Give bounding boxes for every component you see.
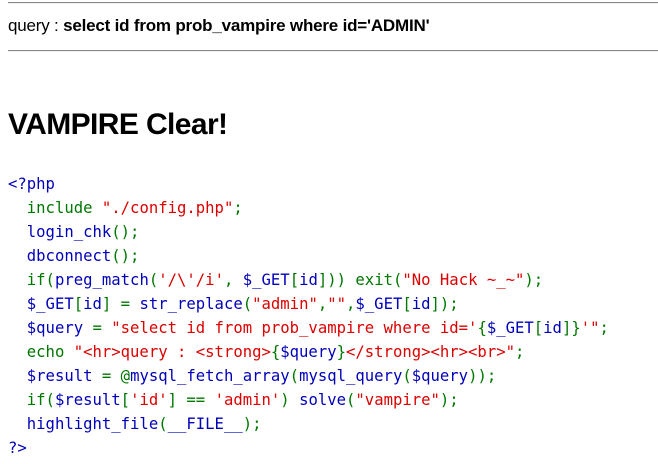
code-token-default: id (543, 319, 562, 337)
php-source-code: <?php include "./config.php"; login_chk(… (8, 172, 609, 460)
code-line: include "./config.php"; (8, 196, 609, 220)
query-output: query : select id from prob_vampire wher… (8, 16, 430, 36)
code-token-default: $query (280, 343, 337, 361)
code-token-keyword: ( (346, 391, 356, 409)
code-line: echo "<hr>query : <strong>{$query}</stro… (8, 340, 609, 364)
code-token-keyword: include (8, 199, 102, 217)
code-token-keyword: } (571, 319, 581, 337)
code-token-default: $_GET (486, 319, 534, 337)
code-token-keyword: ]); (430, 295, 459, 313)
top-divider (8, 2, 658, 4)
code-line: $result = @mysql_fetch_array(mysql_query… (8, 364, 609, 388)
code-token-keyword: ); (524, 271, 544, 289)
code-token-string: </strong><hr><br>" (346, 343, 515, 361)
code-token-keyword: if( (8, 271, 55, 289)
code-token-default: $query (8, 319, 93, 337)
code-line: highlight_file(__FILE__); (8, 412, 609, 436)
code-token-default: $_GET (8, 295, 74, 313)
code-token-default: mysql_query (299, 367, 403, 385)
code-token-default: <?php (8, 175, 55, 193)
code-token-keyword: } (336, 343, 346, 361)
code-line: $query = "select id from prob_vampire wh… (8, 316, 609, 340)
code-line: dbconnect(); (8, 244, 609, 268)
code-token-keyword: ( (148, 271, 159, 289)
code-token-string: "vampire" (355, 391, 440, 409)
code-token-keyword: [ (533, 319, 544, 337)
code-token-keyword: ); (242, 415, 262, 433)
code-token-keyword: ) (280, 391, 300, 409)
code-token-keyword: , (317, 295, 328, 313)
code-token-keyword: ( (158, 415, 168, 433)
code-token-keyword: = @ (101, 367, 131, 385)
code-token-keyword: [ (73, 295, 84, 313)
code-token-default: $result (8, 367, 102, 385)
code-token-keyword: (); (111, 247, 140, 265)
code-token-default: $query (411, 367, 469, 385)
code-token-keyword: { (477, 319, 487, 337)
code-token-default: $_GET (242, 271, 290, 289)
code-token-keyword: ] = (101, 295, 140, 313)
code-token-string: "./config.php" (101, 199, 234, 217)
code-token-string: 'admin' (214, 391, 281, 409)
code-token-keyword: ; (233, 199, 243, 217)
code-token-keyword: [ (289, 271, 300, 289)
code-token-string: "No Hack ~_~" (402, 271, 525, 289)
code-token-keyword: [ (402, 295, 412, 313)
query-value: select id from prob_vampire where id='AD… (63, 16, 430, 35)
code-token-string: "<hr>query : <strong> (73, 343, 271, 361)
code-token-string: 'id' (130, 391, 168, 409)
code-token-default: id (299, 271, 318, 289)
code-token-keyword: )); (468, 367, 497, 385)
code-token-default: str_replace (139, 295, 243, 313)
code-token-keyword: ; (515, 343, 525, 361)
code-token-string: "" (327, 295, 347, 313)
code-line: $_GET[id] = str_replace("admin","",$_GET… (8, 292, 609, 316)
code-token-keyword: , (223, 271, 243, 289)
code-token-keyword: ; (599, 319, 609, 337)
code-token-keyword: ] (561, 319, 572, 337)
code-token-keyword: ])) exit( (317, 271, 403, 289)
code-token-keyword: (); (111, 223, 140, 241)
code-token-keyword: ( (242, 295, 253, 313)
code-token-default: highlight_file (8, 415, 159, 433)
code-token-keyword: ] == (167, 391, 215, 409)
code-token-keyword: [ (120, 391, 131, 409)
code-token-keyword: ); (439, 391, 459, 409)
code-line: if(preg_match('/\'/i', $_GET[id])) exit(… (8, 268, 609, 292)
query-label: query : (8, 16, 64, 35)
code-token-default: id (83, 295, 102, 313)
code-token-string: '/\'/i' (158, 271, 224, 289)
query-divider (8, 50, 658, 52)
code-token-keyword: , (346, 295, 356, 313)
code-token-default: preg_match (54, 271, 149, 289)
code-token-keyword: ( (402, 367, 412, 385)
code-token-keyword: ( (289, 367, 300, 385)
code-token-default: $result (54, 391, 121, 409)
code-token-keyword: { (270, 343, 281, 361)
code-line: if($result['id'] == 'admin') solve("vamp… (8, 388, 609, 412)
code-line: ?> (8, 436, 609, 460)
code-token-default: solve (299, 391, 347, 409)
code-token-default: __FILE__ (167, 415, 243, 433)
code-token-keyword: echo (8, 343, 74, 361)
code-line: login_chk(); (8, 220, 609, 244)
code-token-keyword: = (92, 319, 112, 337)
code-token-default: login_chk (8, 223, 112, 241)
code-token-default: id (411, 295, 431, 313)
code-token-string: "admin" (252, 295, 318, 313)
code-token-keyword: if( (8, 391, 55, 409)
code-token-string: "select id from prob_vampire where id=' (111, 319, 478, 337)
code-token-string: '" (580, 319, 600, 337)
code-token-default: dbconnect (8, 247, 112, 265)
clear-title: VAMPIRE Clear! (8, 108, 228, 141)
code-token-default: $_GET (355, 295, 403, 313)
code-line: <?php (8, 172, 609, 196)
code-token-default: ?> (8, 439, 27, 457)
code-token-default: mysql_fetch_array (130, 367, 290, 385)
